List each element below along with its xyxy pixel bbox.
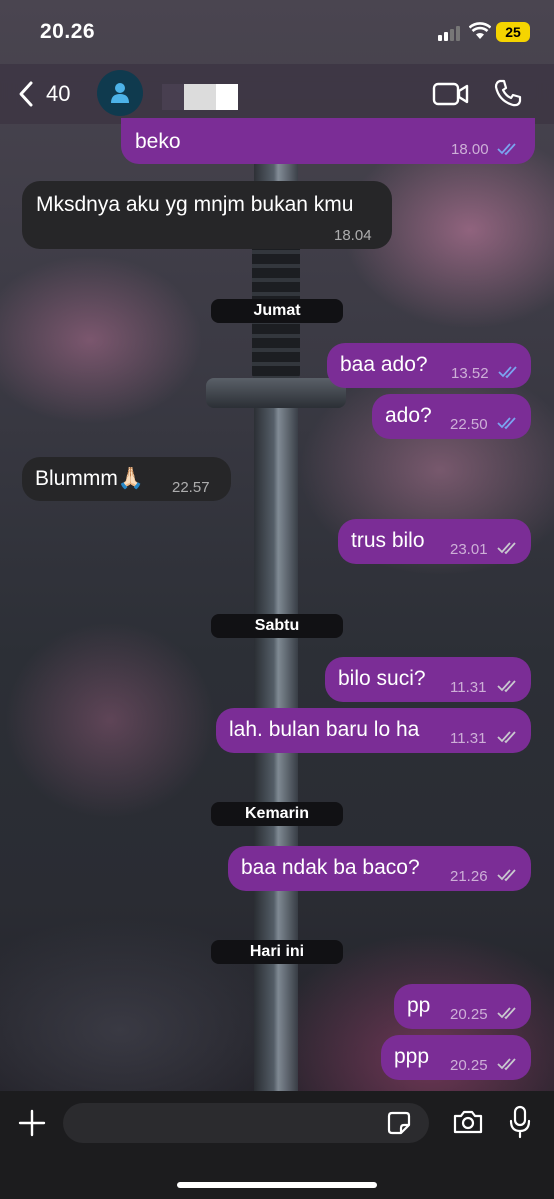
wallpaper-sword-guard [206, 378, 346, 408]
date-separator: Sabtu [211, 614, 343, 638]
message-text: baa ado? [340, 353, 428, 376]
message-text: baa ndak ba baco? [241, 856, 420, 879]
contact-name-redacted[interactable] [162, 84, 238, 110]
message-bubble-outgoing[interactable]: beko 18.00 [121, 118, 535, 164]
home-indicator [177, 1182, 377, 1188]
message-bubble-incoming[interactable]: Blummm🙏🏻 22.57 [22, 457, 231, 501]
camera-icon[interactable] [452, 1109, 484, 1135]
message-text: ado? [385, 404, 432, 427]
double-tick-delivered-icon [497, 731, 516, 744]
message-text: beko [135, 130, 181, 153]
wifi-icon [469, 22, 491, 39]
message-bubble-outgoing[interactable]: pp 20.25 [394, 984, 531, 1029]
plus-icon[interactable] [18, 1109, 46, 1137]
battery-indicator: 25 [496, 22, 530, 42]
message-text: lah. bulan baru lo ha [229, 718, 420, 741]
message-time: 20.25 [450, 1006, 488, 1023]
date-separator: Jumat [211, 299, 343, 323]
person-icon [111, 83, 129, 103]
message-time: 22.50 [450, 416, 488, 433]
message-bubble-outgoing[interactable]: lah. bulan baru lo ha 11.31 [216, 708, 531, 753]
message-text: ppp [394, 1045, 430, 1068]
double-tick-read-icon [498, 366, 517, 379]
chat-header: 40 [0, 64, 554, 124]
date-separator: Hari ini [211, 940, 343, 964]
unread-count[interactable]: 40 [46, 81, 70, 107]
double-tick-read-icon [497, 143, 516, 156]
message-time: 21.26 [450, 868, 488, 885]
message-bubble-outgoing[interactable]: ppp 20.25 [381, 1035, 531, 1080]
message-time: 11.31 [450, 679, 487, 696]
message-time: 18.00 [451, 141, 489, 158]
message-text: Blummm🙏🏻 [35, 467, 144, 490]
message-time: 23.01 [450, 541, 488, 558]
status-time: 20.26 [40, 20, 96, 43]
date-separator: Kemarin [211, 802, 343, 826]
double-tick-delivered-icon [497, 1007, 516, 1020]
message-text: pp [407, 994, 431, 1017]
double-tick-delivered-icon [497, 1058, 516, 1071]
video-call-icon[interactable] [432, 80, 470, 108]
message-time: 11.31 [450, 730, 487, 747]
status-bar: 20.26 25 [0, 0, 554, 64]
message-bubble-incoming[interactable]: Mksdnya aku yg mnjm bukan kmu 18.04 [22, 181, 392, 249]
phone-icon[interactable] [493, 78, 523, 108]
message-bubble-outgoing[interactable]: baa ado? 13.52 [327, 343, 531, 388]
microphone-icon[interactable] [508, 1105, 532, 1139]
message-time: 13.52 [451, 365, 489, 382]
back-chevron-icon[interactable] [16, 80, 38, 108]
message-bubble-outgoing[interactable]: bilo suci? 11.31 [325, 657, 531, 702]
message-text: Mksdnya aku yg mnjm bukan kmu [36, 193, 354, 216]
avatar[interactable] [97, 70, 143, 116]
message-time: 22.57 [172, 479, 210, 496]
double-tick-read-icon [497, 417, 516, 430]
message-bubble-outgoing[interactable]: baa ndak ba baco? 21.26 [228, 846, 531, 891]
message-bubble-outgoing[interactable]: ado? 22.50 [372, 394, 531, 439]
sticker-icon[interactable] [387, 1111, 411, 1135]
message-text: trus bilo [351, 529, 425, 552]
message-bubble-outgoing[interactable]: trus bilo 23.01 [338, 519, 531, 564]
message-time: 18.04 [334, 227, 372, 244]
double-tick-delivered-icon [497, 680, 516, 693]
signal-icon [438, 25, 464, 41]
message-text: bilo suci? [338, 667, 426, 690]
message-time: 20.25 [450, 1057, 488, 1074]
double-tick-delivered-icon [497, 542, 516, 555]
double-tick-delivered-icon [497, 869, 516, 882]
message-input[interactable] [63, 1103, 429, 1143]
